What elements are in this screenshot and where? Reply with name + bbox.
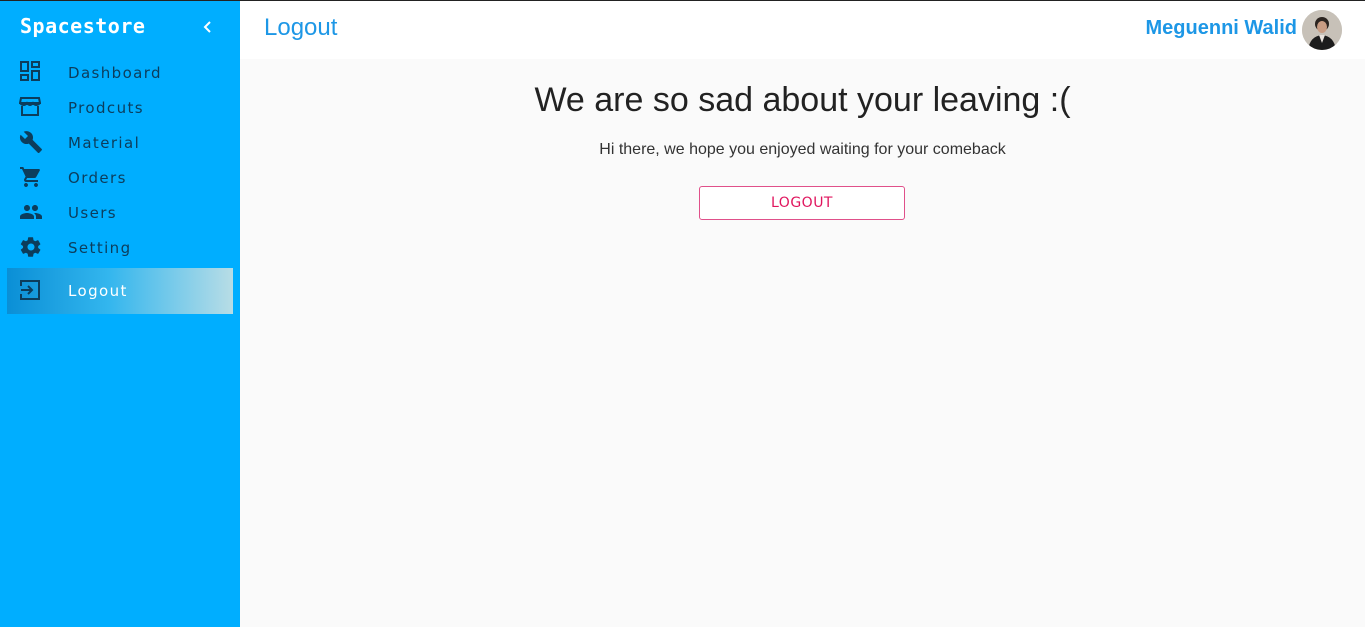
sidebar-item-users[interactable]: Users xyxy=(0,195,240,230)
sidebar-item-label: Logout xyxy=(68,282,128,300)
sidebar-item-dashboard[interactable]: Dashboard xyxy=(0,55,240,90)
sidebar-item-label: Users xyxy=(68,203,118,222)
store-icon xyxy=(18,95,43,119)
gear-icon xyxy=(19,235,43,259)
logout-button[interactable]: LOGOUT xyxy=(699,186,905,220)
sidebar: Spacestore Dashboard Prodcuts Material O… xyxy=(0,1,240,627)
main-content: We are so sad about your leaving :( Hi t… xyxy=(240,59,1365,627)
cart-icon xyxy=(19,165,43,189)
collapse-sidebar-button[interactable] xyxy=(198,17,218,37)
sidebar-item-prodcuts[interactable]: Prodcuts xyxy=(0,90,240,125)
wrench-icon xyxy=(19,130,43,154)
page-title: Logout xyxy=(264,14,338,41)
user-name[interactable]: Meguenni Walid xyxy=(1146,17,1297,40)
sidebar-item-logout[interactable]: Logout xyxy=(7,268,233,314)
users-icon xyxy=(19,200,43,224)
chevron-left-icon xyxy=(203,21,211,33)
sidebar-item-label: Prodcuts xyxy=(68,98,144,117)
logout-icon xyxy=(19,279,43,303)
sidebar-item-label: Material xyxy=(68,133,141,152)
brand-logo[interactable]: Spacestore xyxy=(20,14,145,38)
avatar[interactable] xyxy=(1302,10,1342,50)
top-bar: Logout Meguenni Walid xyxy=(240,1,1365,59)
farewell-headline: We are so sad about your leaving :( xyxy=(534,81,1071,119)
sidebar-item-material[interactable]: Material xyxy=(0,125,240,160)
sidebar-item-label: Orders xyxy=(68,168,127,187)
sidebar-item-label: Setting xyxy=(68,238,132,257)
sidebar-item-orders[interactable]: Orders xyxy=(0,160,240,195)
farewell-message: Hi there, we hope you enjoyed waiting fo… xyxy=(599,141,1006,158)
dashboard-icon xyxy=(19,60,43,84)
sidebar-item-setting[interactable]: Setting xyxy=(0,230,240,265)
sidebar-item-label: Dashboard xyxy=(68,63,162,82)
